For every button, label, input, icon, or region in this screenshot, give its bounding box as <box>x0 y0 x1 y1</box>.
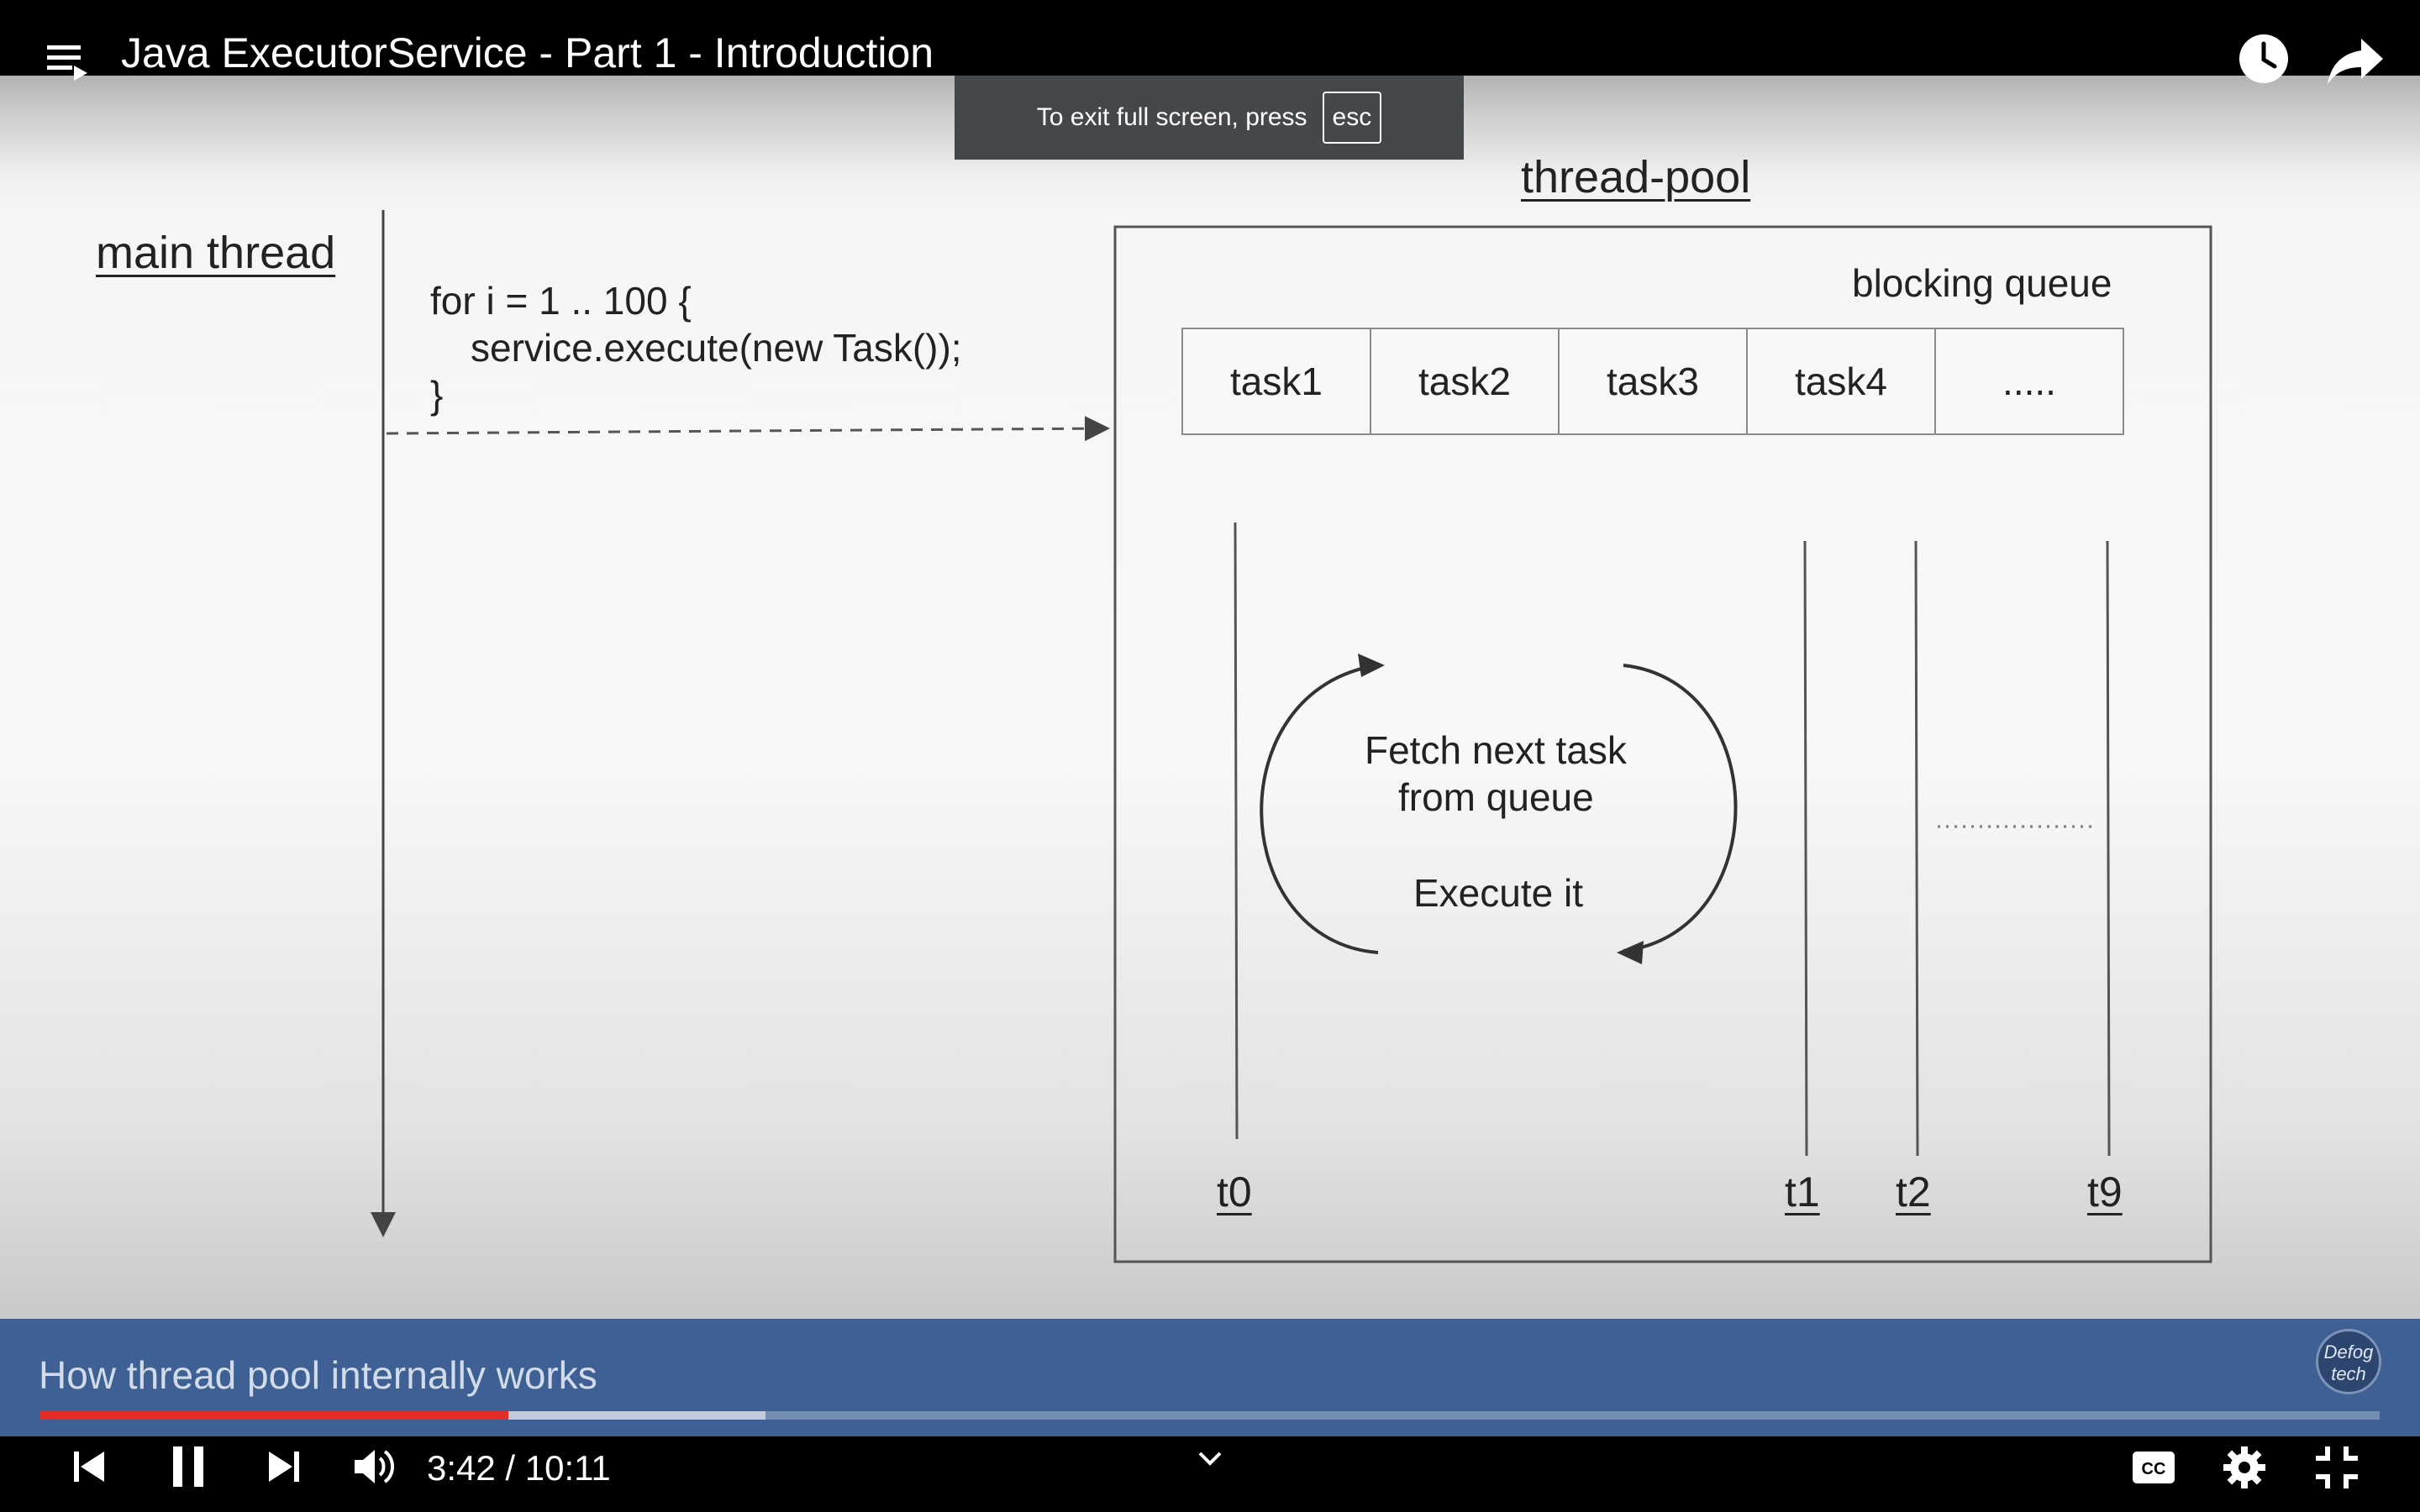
svg-text:CC: CC <box>2142 1460 2166 1478</box>
time-current: 3:42 <box>427 1448 496 1488</box>
thread-t1-line <box>1803 540 1808 1157</box>
chevron-down-icon[interactable] <box>1197 1450 1223 1468</box>
share-icon[interactable] <box>2326 35 2385 86</box>
thread-t0-line <box>1234 522 1239 1140</box>
playlist-icon[interactable] <box>44 37 94 87</box>
submit-arrow <box>386 416 1110 442</box>
queue-cell: task3 <box>1560 329 1748 433</box>
thread-label-t9: t9 <box>2087 1168 2123 1215</box>
main-thread-label: main thread <box>96 228 336 278</box>
watch-later-icon[interactable] <box>2237 32 2291 86</box>
thread-label-t0: t0 <box>1217 1168 1252 1215</box>
previous-icon[interactable] <box>71 1448 108 1485</box>
loop-arrow-right <box>1623 664 1738 953</box>
progress-played <box>40 1411 508 1420</box>
time-display: 3:42 / 10:11 <box>427 1448 611 1488</box>
video-title[interactable]: Java ExecutorService - Part 1 - Introduc… <box>121 29 934 77</box>
thread-t9-line <box>2106 540 2111 1157</box>
captions-icon[interactable]: CC <box>2131 1450 2176 1485</box>
toast-text: To exit full screen, press <box>1036 103 1307 131</box>
queue-cell: ..... <box>2002 360 2056 403</box>
thread-label-t1: t1 <box>1785 1168 1820 1215</box>
fullscreen-exit-toast: To exit full screen, press esc <box>955 76 1464 160</box>
loop-text-line-2: from queue <box>1398 775 1594 819</box>
thread-label-t2: t2 <box>1896 1168 1931 1215</box>
loop-text-line-1: Fetch next task <box>1365 728 1627 772</box>
channel-logo[interactable]: Defog tech <box>2316 1329 2381 1394</box>
code-line-3: } <box>430 373 444 417</box>
code-line-1: for i = 1 .. 100 { <box>430 279 692 323</box>
loop-arrowhead-right <box>1617 941 1644 964</box>
banner-text: How thread pool internally works <box>39 1353 597 1397</box>
blocking-queue: task1 task2 task3 task4 ..... <box>1181 328 2124 435</box>
loop-text-line-3: Execute it <box>1413 871 1583 915</box>
blocking-queue-label: blocking queue <box>1852 261 2112 305</box>
settings-icon[interactable] <box>2222 1445 2267 1490</box>
queue-cell: task1 <box>1183 329 1371 433</box>
queue-cell: task2 <box>1371 329 1560 433</box>
video-frame[interactable]: main thread for i = 1 .. 100 { service.e… <box>0 0 2420 1319</box>
pause-icon[interactable] <box>170 1445 207 1488</box>
diagram-lines <box>371 210 2212 1263</box>
loop-arrowhead-left <box>1358 654 1385 677</box>
thread-t2-line <box>1914 540 1919 1157</box>
loop-arrow-left <box>1260 664 1379 954</box>
code-line-2: service.execute(new Task()); <box>471 326 962 370</box>
volume-icon[interactable] <box>353 1446 397 1487</box>
esc-key-badge: esc <box>1322 92 1382 144</box>
exit-fullscreen-icon[interactable] <box>2314 1445 2360 1490</box>
time-total: 10:11 <box>524 1448 611 1488</box>
queue-cell: task4 <box>1748 329 1936 433</box>
progress-bar[interactable] <box>40 1411 2380 1420</box>
next-icon[interactable] <box>266 1448 302 1485</box>
